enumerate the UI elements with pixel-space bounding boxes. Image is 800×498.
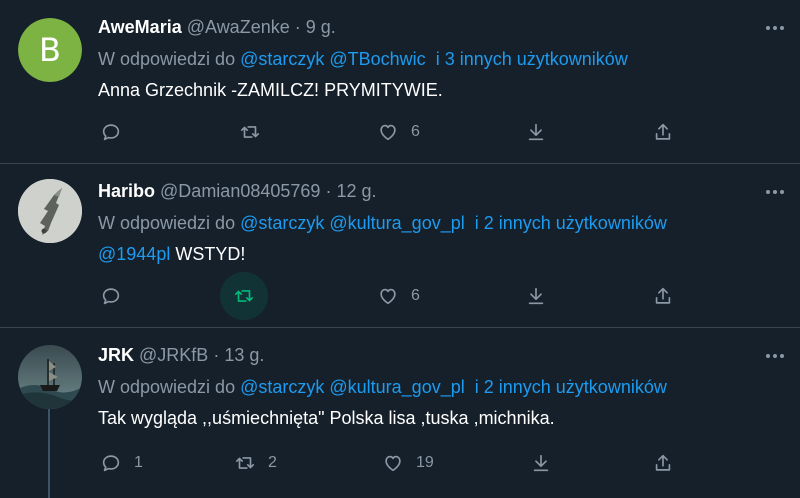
reply-context: W odpowiedzi do @starczyk @kultura_gov_p… xyxy=(98,213,667,234)
mention-link[interactable]: @1944pl xyxy=(98,244,170,264)
reply-prefix: W odpowiedzi do xyxy=(98,377,241,397)
tweet-header: JRK @JRKfB · 13 g. xyxy=(98,345,264,366)
download-button[interactable] xyxy=(517,277,555,315)
reply-count: 1 xyxy=(134,454,143,471)
mention-link[interactable]: @starczyk xyxy=(240,377,324,397)
author-handle[interactable]: @Damian08405769 xyxy=(160,181,320,201)
tweet-awemaria[interactable]: B AweMaria @AwaZenke · 9 g. W odpowiedzi… xyxy=(0,0,800,164)
like-button[interactable]: 6 xyxy=(369,113,420,151)
mention-link[interactable]: @starczyk xyxy=(240,213,324,233)
tweet-header: Haribo @Damian08405769 · 12 g. xyxy=(98,181,377,202)
tweet-body: WSTYD! xyxy=(175,244,246,264)
reply-button[interactable]: 1 xyxy=(92,444,143,482)
retweet-button[interactable]: 2 xyxy=(226,444,277,482)
download-icon xyxy=(517,277,555,315)
like-count: 6 xyxy=(411,123,420,140)
timestamp[interactable]: 12 g. xyxy=(336,181,376,201)
author-name[interactable]: JRK xyxy=(98,345,134,365)
mention-link[interactable]: @TBochwic xyxy=(329,49,425,69)
avatar[interactable]: B xyxy=(18,18,82,82)
avatar-letter: B xyxy=(18,18,82,82)
mention-link[interactable]: @starczyk xyxy=(240,49,324,69)
share-button[interactable] xyxy=(644,277,682,315)
others-link[interactable]: i 2 innych użytkowników xyxy=(475,377,667,397)
eagle-avatar-icon xyxy=(18,179,82,243)
tweet-header: AweMaria @AwaZenke · 9 g. xyxy=(98,17,336,38)
separator-dot: · xyxy=(294,17,301,37)
share-icon xyxy=(644,113,682,151)
avatar[interactable] xyxy=(18,179,82,243)
retweet-button[interactable] xyxy=(220,272,272,320)
retweet-icon xyxy=(220,272,268,320)
more-icon[interactable] xyxy=(764,181,786,203)
download-button[interactable] xyxy=(522,444,560,482)
reply-icon xyxy=(92,444,130,482)
reply-button[interactable] xyxy=(92,113,134,151)
tweet-haribo[interactable]: Haribo @Damian08405769 · 12 g. W odpowie… xyxy=(0,164,800,328)
like-count: 6 xyxy=(411,287,420,304)
retweet-count: 2 xyxy=(268,454,277,471)
share-button[interactable] xyxy=(644,113,682,151)
tweet-text: Anna Grzechnik -ZAMILCZ! PRYMITYWIE. xyxy=(98,80,443,100)
download-icon xyxy=(522,444,560,482)
author-name[interactable]: AweMaria xyxy=(98,17,182,37)
avatar[interactable] xyxy=(18,345,82,409)
like-icon xyxy=(369,113,407,151)
ship-avatar-icon xyxy=(18,345,82,409)
share-button[interactable] xyxy=(644,444,682,482)
separator-dot: · xyxy=(325,181,332,201)
retweet-icon xyxy=(231,113,269,151)
reply-prefix: W odpowiedzi do xyxy=(98,213,241,233)
download-icon xyxy=(517,113,555,151)
like-count: 19 xyxy=(416,454,434,471)
retweet-icon xyxy=(226,444,264,482)
mention-link[interactable]: @kultura_gov_pl xyxy=(329,377,464,397)
author-name[interactable]: Haribo xyxy=(98,181,155,201)
timestamp[interactable]: 9 g. xyxy=(306,17,336,37)
tweet-text: Tak wygląda ,,uśmiechnięta" Polska lisa … xyxy=(98,408,555,428)
more-icon[interactable] xyxy=(764,345,786,367)
reply-icon xyxy=(92,113,130,151)
tweet-jrk[interactable]: JRK @JRKfB · 13 g. W odpowiedzi do @star… xyxy=(0,328,800,498)
like-button[interactable]: 19 xyxy=(374,444,434,482)
download-button[interactable] xyxy=(517,113,555,151)
reply-context: W odpowiedzi do @starczyk @TBochwic i 3 … xyxy=(98,49,628,70)
timestamp[interactable]: 13 g. xyxy=(224,345,264,365)
others-link[interactable]: i 2 innych użytkowników xyxy=(475,213,667,233)
like-icon xyxy=(369,277,407,315)
tweet-text: @1944pl WSTYD! xyxy=(98,244,245,265)
reply-button[interactable] xyxy=(92,277,134,315)
more-icon[interactable] xyxy=(764,17,786,39)
reply-icon xyxy=(92,277,130,315)
mention-link[interactable]: @kultura_gov_pl xyxy=(329,213,464,233)
share-icon xyxy=(644,277,682,315)
retweet-button[interactable] xyxy=(231,113,273,151)
share-icon xyxy=(644,444,682,482)
separator-dot: · xyxy=(213,345,220,365)
like-button[interactable]: 6 xyxy=(369,277,420,315)
reply-prefix: W odpowiedzi do xyxy=(98,49,241,69)
like-icon xyxy=(374,444,412,482)
author-handle[interactable]: @AwaZenke xyxy=(187,17,290,37)
reply-context: W odpowiedzi do @starczyk @kultura_gov_p… xyxy=(98,377,667,398)
author-handle[interactable]: @JRKfB xyxy=(139,345,208,365)
others-link[interactable]: i 3 innych użytkowników xyxy=(436,49,628,69)
